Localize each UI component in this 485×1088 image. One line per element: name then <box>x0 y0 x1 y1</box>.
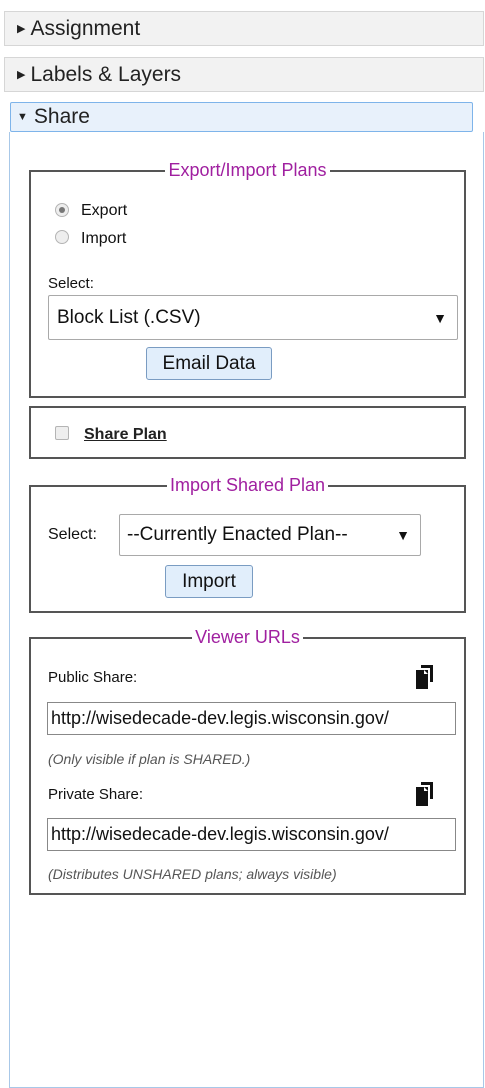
copy-icon[interactable] <box>415 665 435 689</box>
copy-icon[interactable] <box>415 782 435 806</box>
export-format-value: Block List (.CSV) <box>57 306 201 328</box>
shared-plan-value: --Currently Enacted Plan-- <box>127 524 348 545</box>
accordion-label-assignment: Assignment <box>30 16 141 40</box>
triangle-right-icon: ▶ <box>17 69 26 81</box>
accordion-label-labels-layers: Labels & Layers <box>30 62 182 86</box>
import-shared-legend: Import Shared Plan <box>169 475 326 495</box>
export-radio-label: Export <box>81 202 128 219</box>
email-data-button[interactable]: Email Data <box>146 347 272 380</box>
export-radio[interactable] <box>55 203 69 217</box>
share-plan-checkbox[interactable] <box>55 426 69 440</box>
import-shared-select-label: Select: <box>48 526 97 543</box>
share-plan-label[interactable]: Share Plan <box>84 426 167 444</box>
private-share-label: Private Share: <box>48 786 144 803</box>
import-radio[interactable] <box>55 230 69 244</box>
triangle-right-icon: ▶ <box>17 23 26 35</box>
accordion-header-assignment[interactable]: ▶ Assignment <box>4 11 484 46</box>
accordion-header-labels-layers[interactable]: ▶ Labels & Layers <box>4 57 484 92</box>
chevron-down-icon: ▼ <box>396 527 410 543</box>
public-share-label: Public Share: <box>48 669 138 686</box>
shared-plan-select[interactable]: --Currently Enacted Plan-- ▼ <box>119 514 421 556</box>
export-format-select[interactable]: Block List (.CSV) ▼ <box>48 295 458 340</box>
private-share-url-input[interactable]: http://wisedecade-dev.legis.wisconsin.go… <box>47 818 456 851</box>
chevron-down-icon: ▼ <box>433 309 447 326</box>
import-button[interactable]: Import <box>165 565 253 598</box>
accordion-label-share: Share <box>33 105 90 128</box>
triangle-down-icon: ▼ <box>17 111 28 123</box>
accordion-header-share[interactable]: ▼ Share <box>10 102 473 132</box>
import-radio-label: Import <box>81 230 127 247</box>
public-share-url-input[interactable]: http://wisedecade-dev.legis.wisconsin.go… <box>47 702 456 735</box>
public-share-note: (Only visible if plan is SHARED.) <box>48 751 251 767</box>
private-share-note: (Distributes UNSHARED plans; always visi… <box>48 866 337 882</box>
viewer-urls-legend: Viewer URLs <box>195 627 300 647</box>
export-select-label: Select: <box>48 275 94 292</box>
export-import-legend: Export/Import Plans <box>168 160 327 180</box>
